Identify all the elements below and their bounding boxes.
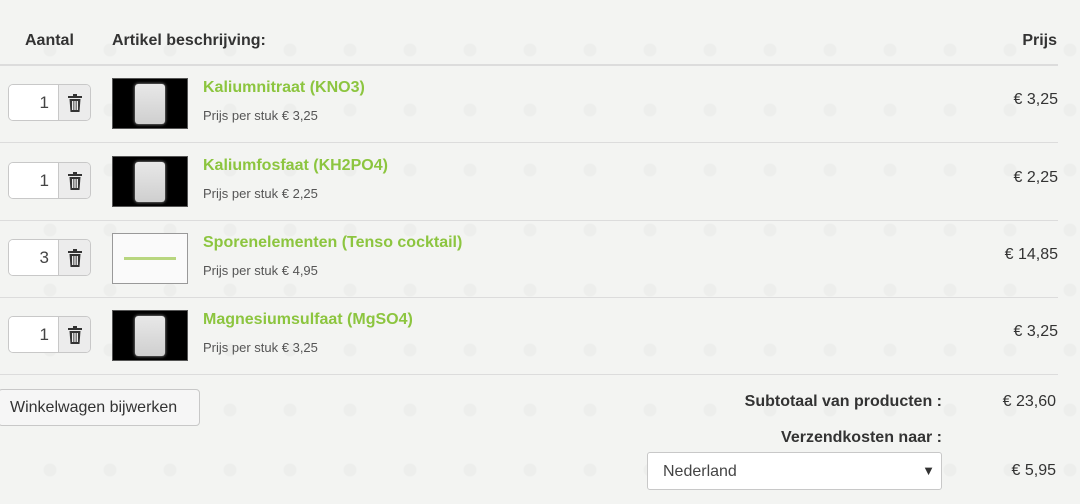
- product-name-link[interactable]: Magnesiumsulfaat (MgSO4): [203, 311, 413, 329]
- product-bag-image: [135, 315, 165, 356]
- line-price: € 3,25: [1013, 91, 1058, 108]
- quantity-input[interactable]: [9, 163, 58, 198]
- subtotal-label: Subtotaal van producten :: [744, 393, 942, 410]
- quantity-control: [8, 239, 91, 276]
- cart-row: Kaliumfosfaat (KH2PO4) Prijs per stuk € …: [0, 143, 1058, 221]
- cart-row: Magnesiumsulfaat (MgSO4) Prijs per stuk …: [0, 297, 1058, 375]
- quantity-input[interactable]: [9, 240, 58, 275]
- remove-item-button[interactable]: [58, 317, 90, 352]
- product-name-link[interactable]: Kaliumnitraat (KNO3): [203, 79, 365, 97]
- quantity-control: [8, 316, 91, 353]
- shipping-value: € 5,95: [1011, 462, 1056, 479]
- shipping-country-select[interactable]: Nederland ▼: [647, 452, 942, 490]
- quantity-input[interactable]: [9, 317, 58, 352]
- remove-item-button[interactable]: [58, 85, 90, 120]
- selected-country: Nederland: [663, 463, 737, 480]
- header-description: Artikel beschrijving:: [112, 32, 266, 49]
- update-cart-button[interactable]: Winkelwagen bijwerken: [0, 389, 200, 426]
- product-thumbnail[interactable]: [112, 156, 188, 207]
- trash-icon: [68, 171, 82, 190]
- trash-icon: [68, 325, 82, 344]
- product-bag-image: [135, 161, 165, 202]
- cart-row: Kaliumnitraat (KNO3) Prijs per stuk € 3,…: [0, 65, 1058, 143]
- product-bag-image: [135, 83, 165, 124]
- cart-row: Sporenelementen (Tenso cocktail) Prijs p…: [0, 220, 1058, 298]
- subtotal-value: € 23,60: [1002, 393, 1056, 410]
- product-name-link[interactable]: Kaliumfosfaat (KH2PO4): [203, 157, 388, 175]
- quantity-control: [8, 84, 91, 121]
- line-price: € 14,85: [1004, 246, 1058, 263]
- quantity-input[interactable]: [9, 85, 58, 120]
- unit-price: Prijs per stuk € 2,25: [203, 186, 318, 201]
- shipping-label: Verzendkosten naar :: [781, 429, 942, 446]
- unit-price: Prijs per stuk € 3,25: [203, 108, 318, 123]
- unit-price: Prijs per stuk € 3,25: [203, 340, 318, 355]
- brand-logo-image: [124, 257, 176, 260]
- quantity-control: [8, 162, 91, 199]
- line-price: € 3,25: [1013, 323, 1058, 340]
- line-price: € 2,25: [1013, 169, 1058, 186]
- trash-icon: [68, 93, 82, 112]
- product-name-link[interactable]: Sporenelementen (Tenso cocktail): [203, 234, 462, 252]
- header-quantity: Aantal: [25, 32, 74, 49]
- unit-price: Prijs per stuk € 4,95: [203, 263, 318, 278]
- remove-item-button[interactable]: [58, 240, 90, 275]
- product-thumbnail[interactable]: [112, 78, 188, 129]
- product-thumbnail[interactable]: [112, 310, 188, 361]
- header-price: Prijs: [1022, 32, 1057, 49]
- trash-icon: [68, 248, 82, 267]
- product-thumbnail[interactable]: [112, 233, 188, 284]
- chevron-down-icon: ▼: [922, 463, 935, 478]
- remove-item-button[interactable]: [58, 163, 90, 198]
- shopping-cart: Aantal Artikel beschrijving: Prijs Kaliu…: [0, 0, 1080, 504]
